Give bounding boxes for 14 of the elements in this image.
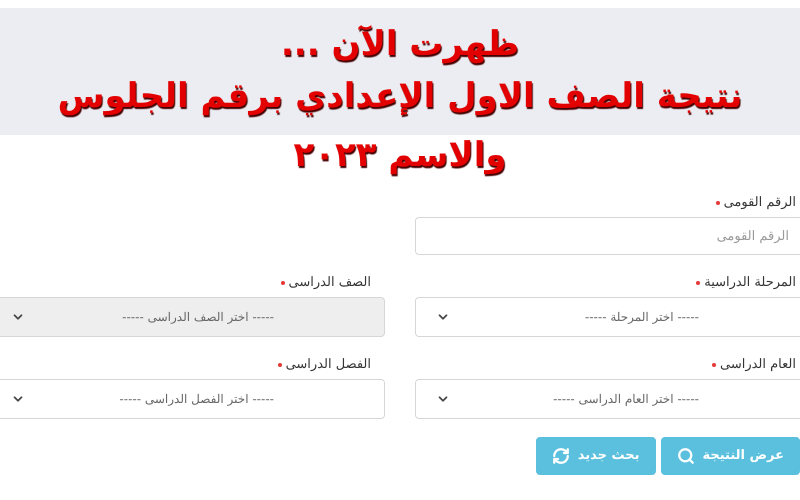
headline-text: نتيجة الصف الاول الإعدادي برقم الجلوس	[58, 75, 742, 118]
field-label: الصف الدراسى	[288, 275, 371, 291]
select-field[interactable]: ----- اختر العام الدراسى -----	[415, 379, 800, 419]
field-label: العام الدراسى	[720, 357, 796, 373]
select-field[interactable]: ----- اختر الفصل الدراسى -----	[0, 379, 385, 419]
field-label: المرحلة الدراسية	[704, 275, 796, 291]
headline-text: ظهرت الآن ...	[280, 23, 520, 66]
headline-text: والاسم ٢٠٢٣	[293, 134, 507, 177]
refresh-icon	[552, 447, 570, 465]
field-label: الرقم القومى	[724, 195, 796, 211]
select-field[interactable]: ----- اختر المرحلة -----	[415, 297, 800, 337]
search-icon	[676, 447, 694, 465]
input-field[interactable]: الرقم القومى	[415, 217, 800, 255]
field-label: الفصل الدراسى	[286, 357, 371, 373]
